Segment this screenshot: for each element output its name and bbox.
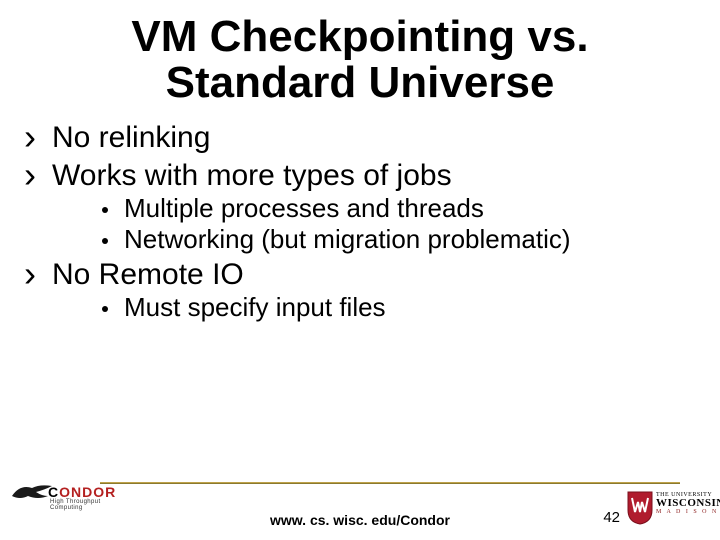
condor-tagline: High Throughput Computing — [50, 499, 118, 511]
title-line-1: VM Checkpointing vs. — [131, 12, 588, 61]
title-line-2: Standard Universe — [166, 58, 555, 107]
sub-bullet-list: Must specify input files — [52, 292, 698, 323]
slide: VM Checkpointing vs. Standard Universe N… — [0, 0, 720, 540]
sub-bullet-item: Must specify input files — [100, 292, 698, 323]
bullet-text: Works with more types of jobs — [52, 159, 452, 192]
bullet-text: No relinking — [52, 121, 210, 154]
bullet-item: No Remote IO Must specify input files — [22, 257, 698, 323]
condor-word-rest: ONDOR — [59, 484, 116, 500]
uw-crest-icon — [626, 490, 654, 526]
condor-word-c: C — [48, 484, 59, 500]
bullet-item: Works with more types of jobs Multiple p… — [22, 158, 698, 255]
sub-bullet-list: Multiple processes and threads Networkin… — [52, 193, 698, 254]
slide-footer: CONDOR High Throughput Computing www. cs… — [0, 476, 720, 540]
sub-bullet-item: Networking (but migration problematic) — [100, 224, 698, 255]
page-number: 42 — [603, 509, 620, 526]
sub-bullet-text: Multiple processes and threads — [124, 193, 484, 223]
sub-bullet-text: Networking (but migration problematic) — [124, 224, 571, 254]
sub-bullet-text: Must specify input files — [124, 292, 386, 322]
bullet-item: No relinking — [22, 120, 698, 155]
condor-wordmark: CONDOR — [48, 484, 116, 500]
bullet-text: No Remote IO — [52, 258, 244, 291]
sub-bullet-item: Multiple processes and threads — [100, 193, 698, 224]
bullet-list: No relinking Works with more types of jo… — [22, 120, 698, 322]
footer-rule — [100, 482, 680, 484]
slide-body: No relinking Works with more types of jo… — [0, 110, 720, 322]
uw-line2: WISCONSIN — [656, 497, 720, 509]
uw-line3: M A D I S O N — [656, 509, 720, 515]
uw-text: THE UNIVERSITY WISCONSIN M A D I S O N — [656, 492, 720, 515]
condor-logo: CONDOR High Throughput Computing — [10, 482, 118, 510]
uw-logo: THE UNIVERSITY WISCONSIN M A D I S O N — [626, 490, 708, 530]
slide-title: VM Checkpointing vs. Standard Universe — [0, 0, 720, 110]
